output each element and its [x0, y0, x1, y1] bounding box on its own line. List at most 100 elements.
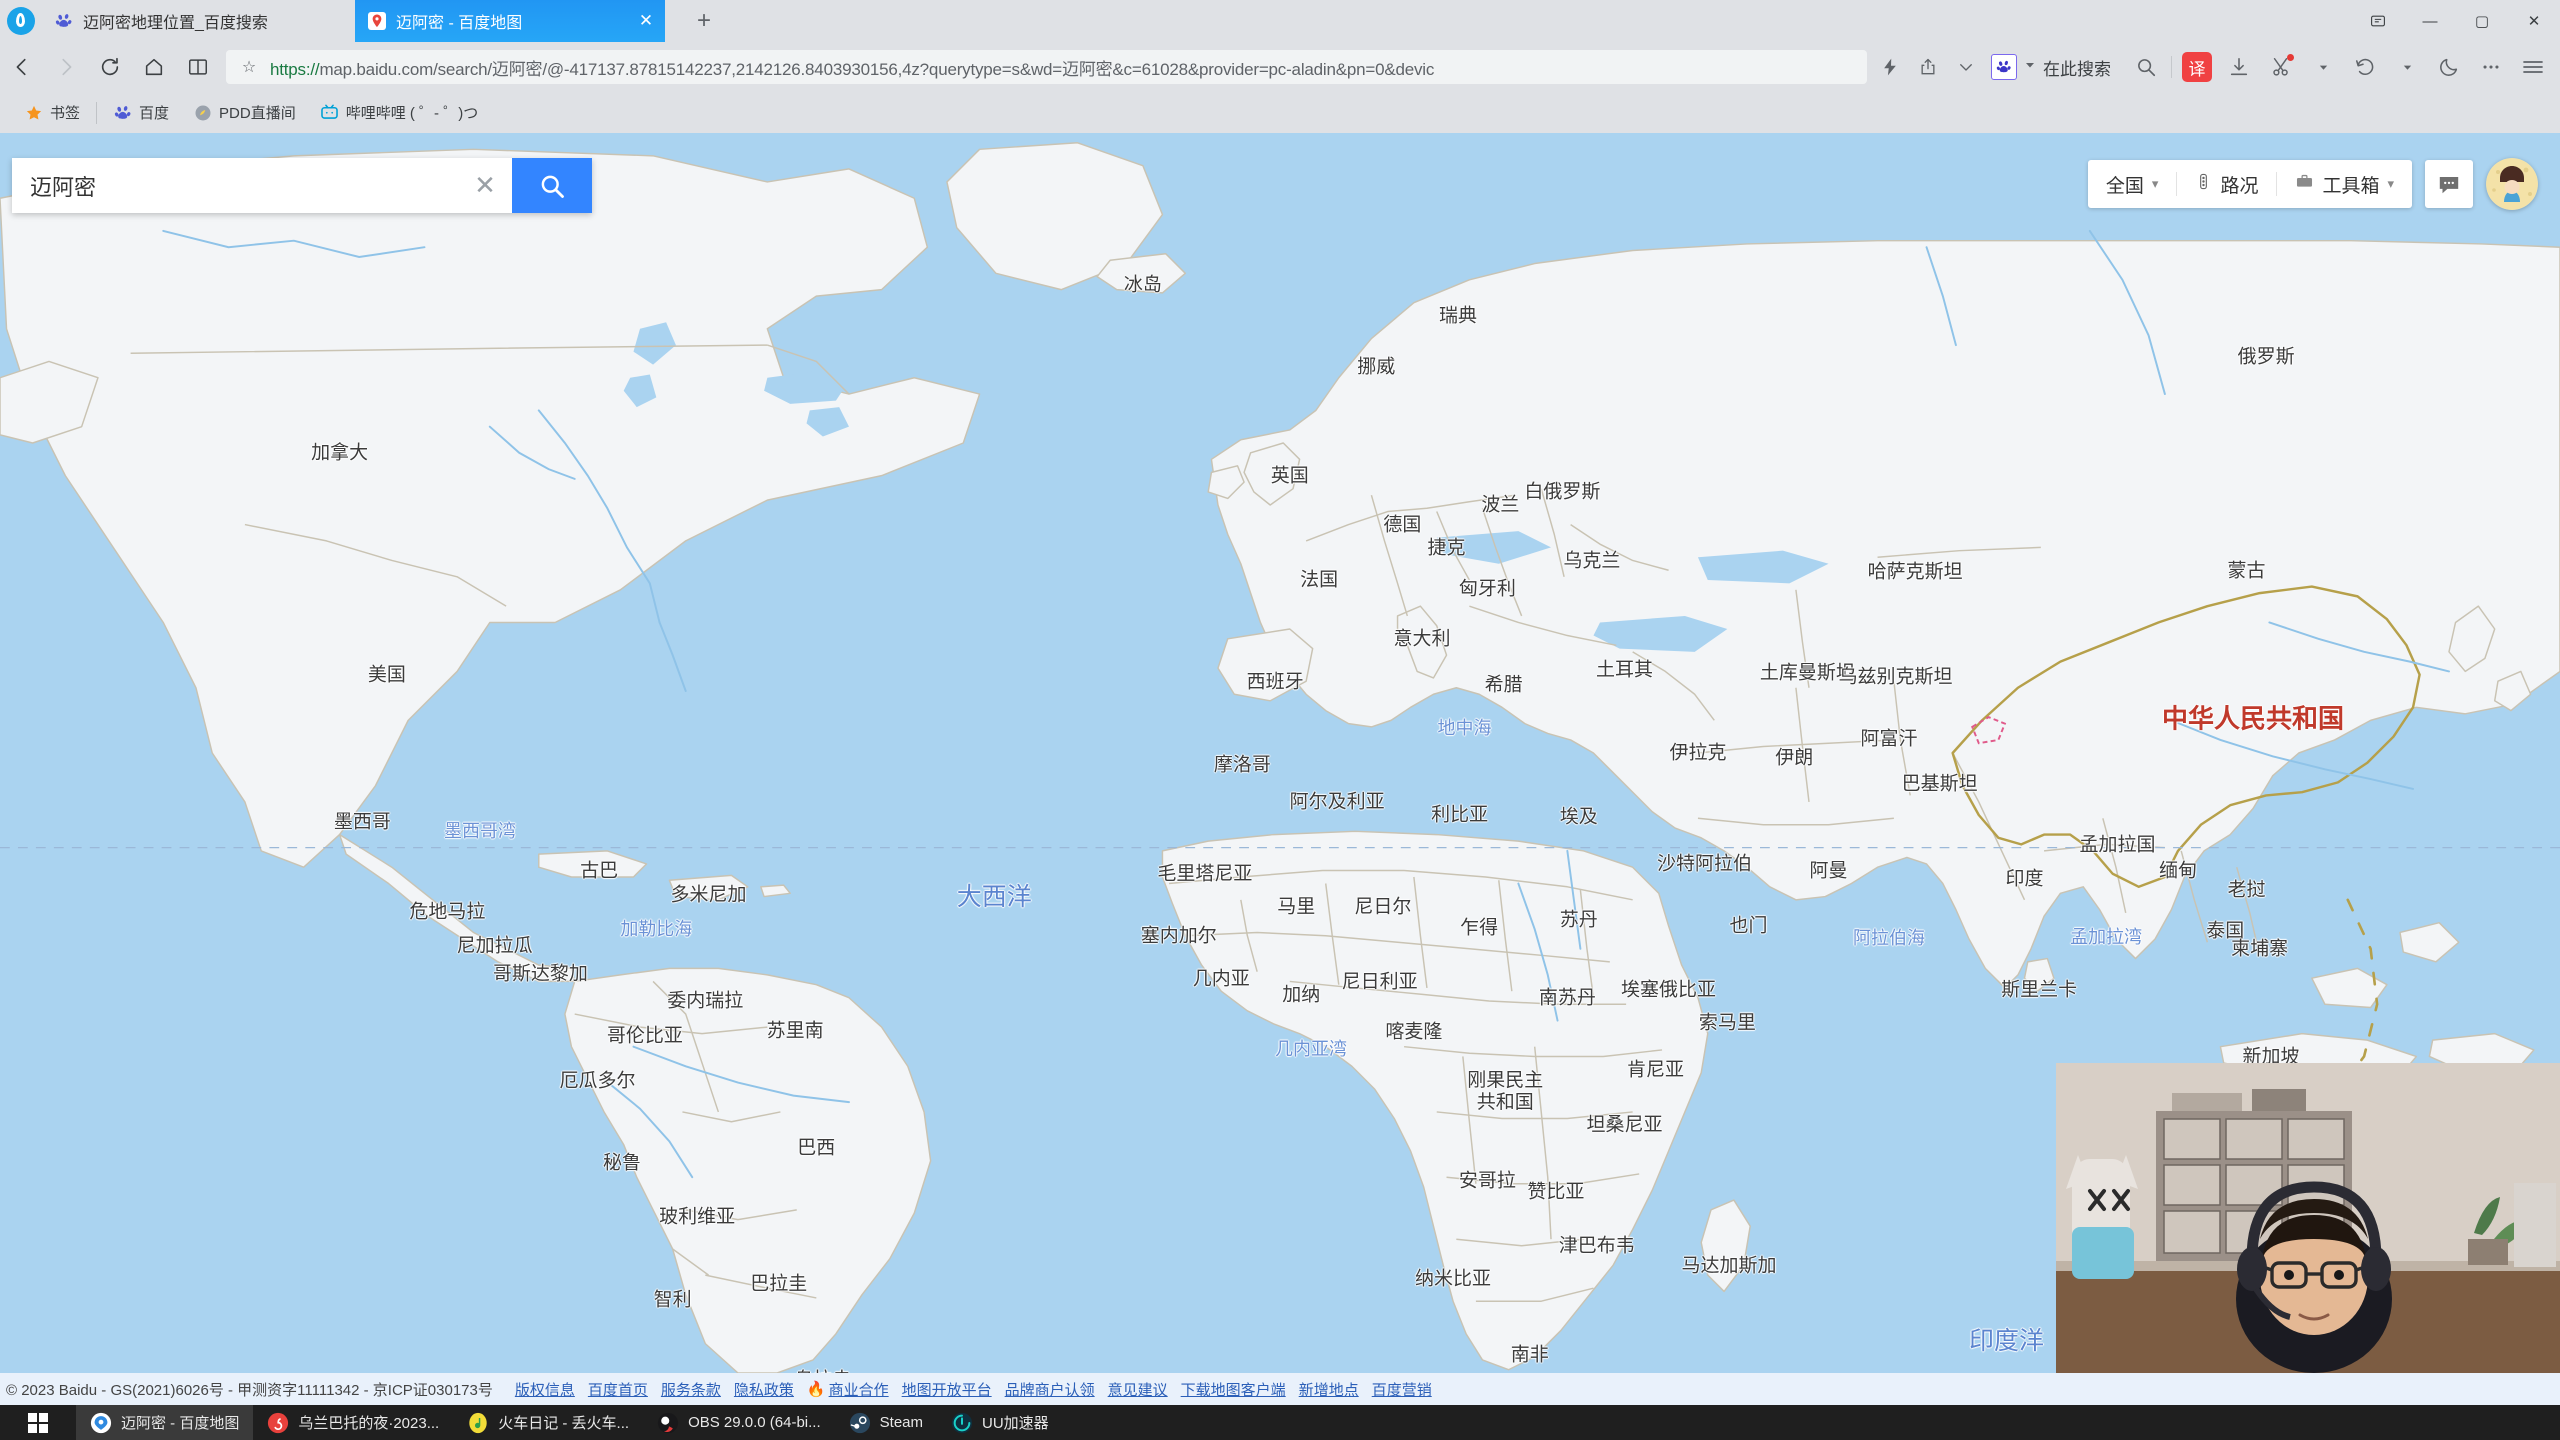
- menu-hamburger-icon[interactable]: [2512, 46, 2554, 88]
- address-bar[interactable]: ☆ https://map.baidu.com/search/迈阿密/@-417…: [226, 50, 1867, 84]
- bookmark-item-pdd[interactable]: PDD直播间: [181, 98, 308, 128]
- night-mode-moon-icon[interactable]: [2428, 46, 2470, 88]
- forward-arrow-icon[interactable]: [44, 45, 88, 89]
- search-icon[interactable]: [2125, 46, 2167, 88]
- screenshot-scissors-icon[interactable]: [2260, 46, 2302, 88]
- clear-search-icon[interactable]: ✕: [458, 158, 512, 213]
- more-dots-icon[interactable]: [2470, 46, 2512, 88]
- baidu-paw-icon: [113, 103, 132, 122]
- translate-icon[interactable]: 译: [2176, 46, 2218, 88]
- bookmark-item-shuqian[interactable]: 书签: [12, 98, 92, 128]
- map-top-right-controls: 全国 ▾ 路况 工具箱 ▾: [2087, 158, 2538, 210]
- reading-list-book-icon[interactable]: [176, 45, 220, 89]
- minimize-button[interactable]: —: [2404, 0, 2456, 42]
- omnibox-actions: [1867, 50, 1983, 84]
- bookmark-item-bilibili[interactable]: 哔哩哔哩 ( ゜- ゜)つ: [308, 98, 491, 128]
- browser-chrome: 迈阿密地理位置_百度搜索 迈阿密 - 百度地图 ✕ + — ▢ ✕ ☆ http…: [0, 0, 2560, 133]
- bookmark-item-baidu[interactable]: 百度: [101, 98, 181, 128]
- taskbar-label: Steam: [879, 1414, 923, 1431]
- tab-close-icon[interactable]: ✕: [637, 12, 655, 30]
- footer-link[interactable]: 商业合作: [829, 1379, 889, 1400]
- browser-logo-icon: [7, 7, 35, 35]
- footer-link[interactable]: 版权信息: [515, 1379, 575, 1400]
- browser-window: 迈阿密地理位置_百度搜索 迈阿密 - 百度地图 ✕ + — ▢ ✕ ☆ http…: [0, 0, 2560, 1440]
- address-bar-url: https://map.baidu.com/search/迈阿密/@-41713…: [262, 55, 1434, 80]
- window-extra-icon[interactable]: [2352, 0, 2404, 42]
- browser-logo-button[interactable]: [4, 4, 38, 38]
- reload-icon[interactable]: [88, 45, 132, 89]
- chevron-down-icon[interactable]: [1949, 50, 1983, 84]
- url-scheme: https://: [270, 59, 320, 79]
- lightning-icon[interactable]: [1873, 50, 1907, 84]
- footer-links: 版权信息 百度首页 服务条款 隐私政策 🔥 商业合作 地图开放平台 品牌商户认领 意见建议 下载地…: [515, 1379, 1432, 1400]
- baidu-paw-icon: [1991, 54, 2017, 80]
- taskbar-item-qq-music[interactable]: 火车日记 - 丢火车...: [453, 1405, 643, 1440]
- share-icon[interactable]: [1911, 50, 1945, 84]
- window-controls: — ▢ ✕: [2352, 0, 2560, 42]
- tab-baidu-map[interactable]: 迈阿密 - 百度地图 ✕: [355, 0, 665, 42]
- toolbox-label: 工具箱: [2322, 175, 2380, 197]
- map-pin-icon: [367, 11, 387, 31]
- chevron-down-icon[interactable]: [2386, 46, 2428, 88]
- obs-icon: [657, 1412, 679, 1434]
- copyright-text: © 2023 Baidu - GS(2021)6026号 - 甲测资字11111…: [6, 1381, 493, 1399]
- tab-title: 迈阿密地理位置_百度搜索: [83, 15, 268, 32]
- footer-link[interactable]: 百度营销: [1372, 1379, 1432, 1400]
- download-icon[interactable]: [2218, 46, 2260, 88]
- taskbar-item-obs[interactable]: OBS 29.0.0 (64-bi...: [643, 1405, 835, 1440]
- history-undo-icon[interactable]: [2344, 46, 2386, 88]
- netease-music-icon: [267, 1412, 289, 1434]
- traffic-toggle[interactable]: 路况: [2177, 160, 2276, 208]
- chevron-down-icon[interactable]: [2024, 58, 2036, 76]
- webcam-overlay: [2056, 1063, 2560, 1373]
- chevron-down-icon[interactable]: [2302, 46, 2344, 88]
- map-search-panel[interactable]: 迈阿密 ✕: [12, 158, 592, 213]
- bookmark-divider: [96, 101, 98, 124]
- traffic-label: 路况: [2220, 175, 2259, 197]
- footer-link[interactable]: 新增地点: [1299, 1379, 1359, 1400]
- bookmarks-bar: 书签 百度 PDD直播间 哔哩哔哩 (゜- ゜)つ: [0, 92, 2560, 133]
- close-window-button[interactable]: ✕: [2508, 0, 2560, 42]
- footer-link[interactable]: 隐私政策: [734, 1379, 794, 1400]
- toolbox-menu[interactable]: 工具箱 ▾: [2277, 160, 2412, 208]
- map-viewport[interactable]: 加拿大 美国 墨西哥 古巴 多米尼加 危地马拉 尼加拉瓜 哥斯达黎加 委内瑞拉 哥伦比亚 苏里南 厄瓜…: [0, 133, 2560, 1373]
- search-input[interactable]: 迈阿密: [12, 158, 458, 213]
- windows-taskbar: 迈阿密 - 百度地图 乌兰巴托的夜·2023... 火车日记 - 丢火车... …: [0, 1405, 2560, 1440]
- home-icon[interactable]: [132, 45, 176, 89]
- qq-music-icon: [467, 1412, 489, 1434]
- feedback-button[interactable]: [2425, 160, 2473, 208]
- region-selector[interactable]: 全国 ▾: [2088, 160, 2177, 208]
- search-here-button[interactable]: 在此搜索: [1983, 54, 2125, 80]
- footer-link[interactable]: 下载地图客户端: [1181, 1379, 1286, 1400]
- uu-accelerator-icon: [951, 1412, 973, 1434]
- baidu-paw-icon: [54, 11, 74, 31]
- taskbar-item-netease-music[interactable]: 乌兰巴托的夜·2023...: [253, 1405, 453, 1440]
- tab-title: 迈阿密 - 百度地图: [396, 15, 523, 32]
- windows-start-icon[interactable]: [0, 1405, 76, 1440]
- search-submit-button[interactable]: [512, 158, 592, 213]
- footer-link[interactable]: 服务条款: [661, 1379, 721, 1400]
- footer-link[interactable]: 百度首页: [588, 1379, 648, 1400]
- bookmark-label: 书签: [50, 105, 81, 122]
- taskbar-label: 迈阿密 - 百度地图: [121, 1415, 240, 1432]
- footer-link[interactable]: 地图开放平台: [902, 1379, 992, 1400]
- back-arrow-icon[interactable]: [0, 45, 44, 89]
- translate-badge: 译: [2182, 52, 2212, 82]
- footer-link[interactable]: 品牌商户认领: [1005, 1379, 1095, 1400]
- traffic-light-icon: [2195, 173, 2212, 196]
- taskbar-item-uu-accelerator[interactable]: UU加速器: [937, 1405, 1063, 1440]
- taskbar-item-steam[interactable]: Steam: [835, 1405, 937, 1440]
- footer-link[interactable]: 意见建议: [1108, 1379, 1168, 1400]
- maximize-button[interactable]: ▢: [2456, 0, 2508, 42]
- bookmark-label: 百度: [139, 105, 170, 122]
- chevron-down-icon: ▾: [2387, 176, 2394, 191]
- taskbar-item-baidu-map[interactable]: 迈阿密 - 百度地图: [76, 1405, 254, 1440]
- toolbox-icon: [2295, 172, 2314, 197]
- tab-baidu-search[interactable]: 迈阿密地理位置_百度搜索: [42, 0, 352, 42]
- user-avatar[interactable]: [2486, 158, 2538, 210]
- bookmark-star-icon[interactable]: ☆: [236, 57, 262, 77]
- search-icon: [541, 175, 564, 198]
- taskbar-label: 火车日记 - 丢火车...: [498, 1415, 630, 1432]
- bookmark-label: PDD直播间: [219, 105, 296, 122]
- new-tab-button[interactable]: +: [690, 8, 718, 36]
